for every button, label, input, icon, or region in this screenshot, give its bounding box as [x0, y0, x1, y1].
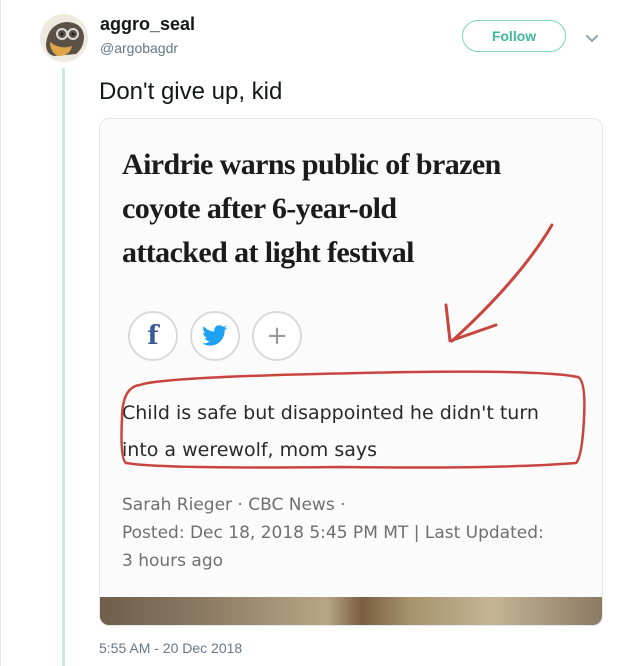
- article-subhead: Child is safe but disappointed he didn't…: [122, 395, 592, 469]
- facebook-icon: f: [147, 321, 159, 351]
- user-handle[interactable]: @argobagdr: [100, 40, 178, 56]
- tweet-text: Don't give up, kid: [99, 78, 283, 105]
- plus-icon: +: [266, 321, 288, 351]
- avatar-image: [40, 14, 88, 62]
- headline-line: Airdrie warns public of brazen: [122, 148, 501, 181]
- article-byline: Sarah Rieger · CBC News · Posted: Dec 18…: [122, 491, 592, 575]
- headline-line: coyote after 6-year-old: [122, 192, 397, 225]
- twitter-share-button[interactable]: [190, 311, 240, 361]
- subhead-line: Child is safe but disappointed he didn't…: [122, 402, 539, 424]
- headline-line: attacked at light festival: [122, 236, 414, 269]
- left-border: [0, 0, 1, 666]
- facebook-share-button[interactable]: f: [128, 311, 178, 361]
- byline-updated: 3 hours ago: [122, 551, 224, 571]
- tweet-timestamp[interactable]: 5:55 AM - 20 Dec 2018: [99, 640, 242, 656]
- subhead-line: into a werewolf, mom says: [122, 439, 378, 461]
- twitter-icon: [202, 325, 228, 346]
- thread-line: [62, 68, 65, 666]
- article-headline: Airdrie warns public of brazen coyote af…: [122, 143, 592, 275]
- avatar[interactable]: [40, 14, 88, 62]
- chevron-down-icon[interactable]: [584, 30, 600, 46]
- display-name[interactable]: aggro_seal: [100, 14, 195, 35]
- more-share-button[interactable]: +: [252, 311, 302, 361]
- follow-button[interactable]: Follow: [462, 20, 566, 52]
- article-photo: [100, 597, 602, 625]
- byline-posted: Posted: Dec 18, 2018 5:45 PM MT | Last U…: [122, 523, 544, 543]
- annotation-arrow-head: [444, 303, 498, 343]
- article-card[interactable]: Airdrie warns public of brazen coyote af…: [99, 118, 603, 626]
- byline-author: Sarah Rieger · CBC News ·: [122, 495, 346, 515]
